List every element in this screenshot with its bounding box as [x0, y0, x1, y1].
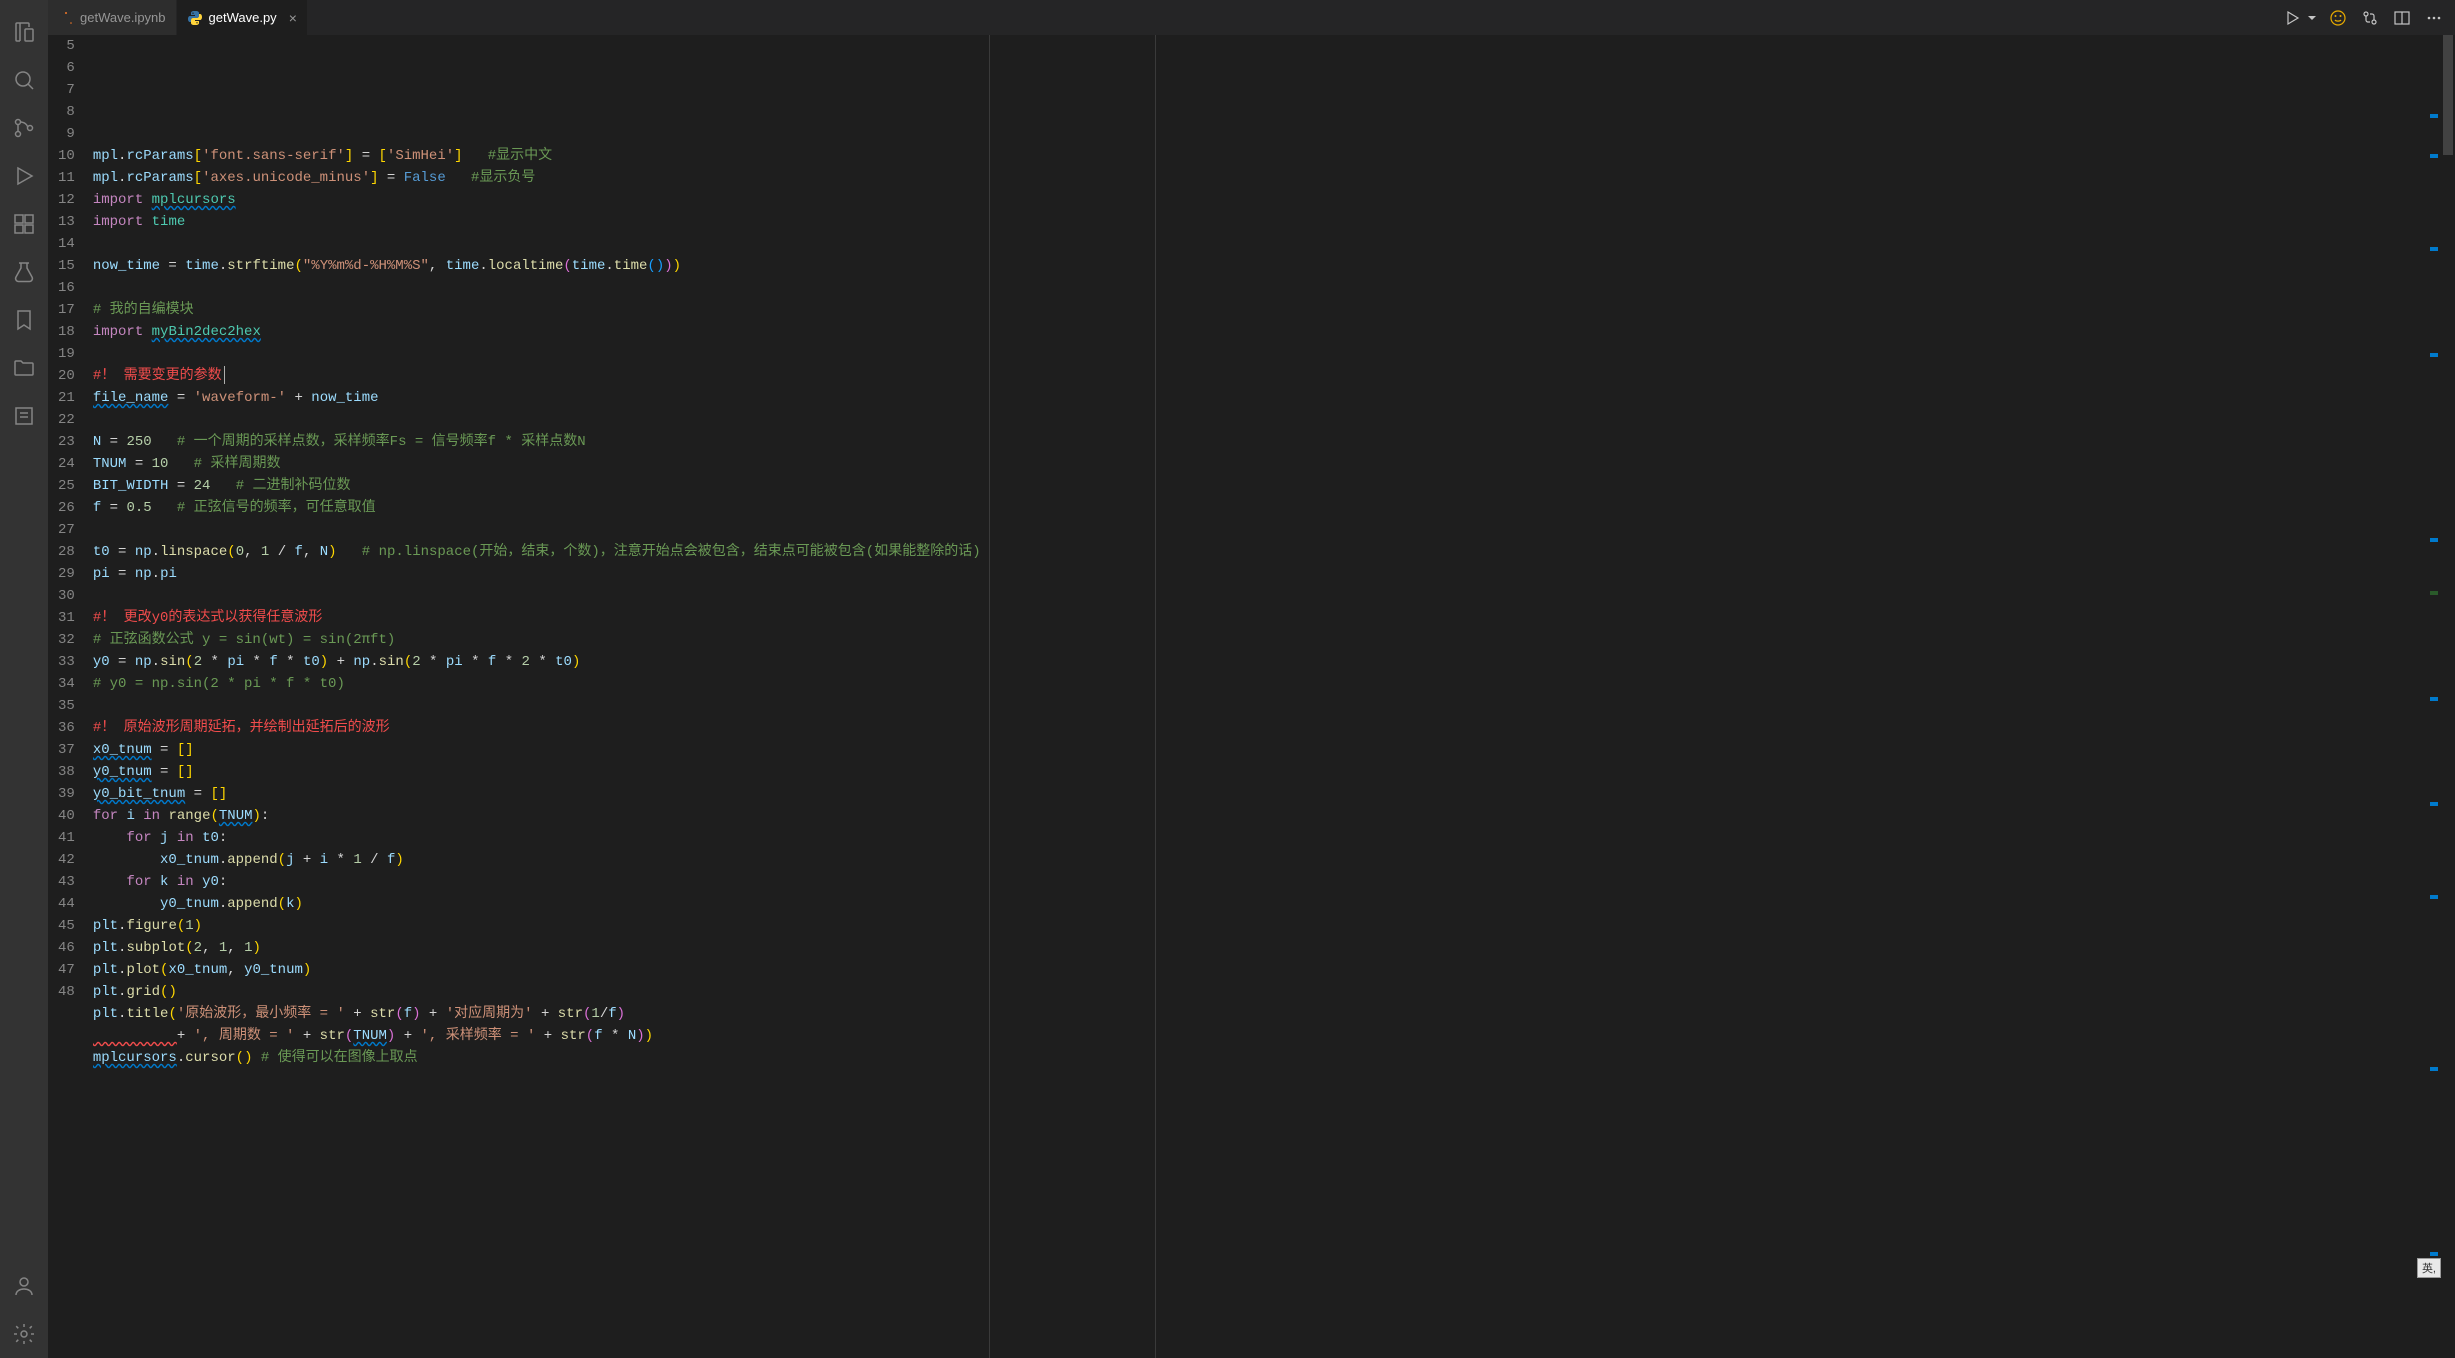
code-line[interactable]: file_name = 'waveform-' + now_time — [93, 387, 2427, 409]
tabs-bar: getWave.ipynb getWave.py × — [48, 0, 2455, 35]
ime-badge: 英, — [2417, 1258, 2441, 1278]
run-debug-icon[interactable] — [0, 152, 48, 200]
code-line[interactable]: for k in y0: — [93, 871, 2427, 893]
code-line[interactable]: y0_tnum.append(k) — [93, 893, 2427, 915]
code-line[interactable] — [93, 1069, 2427, 1091]
code-line[interactable]: N = 250 # 一个周期的采样点数，采样频率Fs = 信号频率f * 采样点… — [93, 431, 2427, 453]
code-line[interactable]: import myBin2dec2hex — [93, 321, 2427, 343]
code-line[interactable]: y0 = np.sin(2 * pi * f * t0) + np.sin(2 … — [93, 651, 2427, 673]
code-line[interactable] — [93, 695, 2427, 717]
code-line[interactable]: y0_tnum = [] — [93, 761, 2427, 783]
source-control-icon[interactable] — [0, 104, 48, 152]
code-line[interactable]: plt.grid() — [93, 981, 2427, 1003]
code-line[interactable]: pi = np.pi — [93, 563, 2427, 585]
code-line[interactable] — [93, 123, 2427, 145]
outline-icon[interactable] — [0, 392, 48, 440]
overview-ruler — [2427, 35, 2441, 1358]
editor-actions — [2271, 0, 2455, 35]
editor-ruler — [1155, 35, 1156, 1358]
run-dropdown-icon[interactable] — [2307, 7, 2317, 29]
code-line[interactable]: # 我的自编模块 — [93, 299, 2427, 321]
settings-icon[interactable] — [0, 1310, 48, 1358]
code-line[interactable] — [93, 343, 2427, 365]
search-icon[interactable] — [0, 56, 48, 104]
run-button[interactable] — [2281, 7, 2303, 29]
tab-label: getWave.ipynb — [80, 10, 166, 25]
tab-label: getWave.py — [209, 10, 277, 25]
folder-icon[interactable] — [0, 344, 48, 392]
vertical-scrollbar[interactable] — [2441, 35, 2455, 1358]
git-compare-icon[interactable] — [2359, 7, 2381, 29]
code-line[interactable]: mpl.rcParams['axes.unicode_minus'] = Fal… — [93, 167, 2427, 189]
code-line[interactable]: import mplcursors — [93, 189, 2427, 211]
code-line[interactable]: #！ 需要变更的参数 — [93, 365, 2427, 387]
code-line[interactable]: plt.subplot(2, 1, 1) — [93, 937, 2427, 959]
code-line[interactable]: plt.figure(1) — [93, 915, 2427, 937]
code-line[interactable]: plt.title('原始波形，最小频率 = ' + str(f) + '对应周… — [93, 1003, 2427, 1025]
editor[interactable]: 5678910111213141516171819202122232425262… — [48, 35, 2455, 1358]
accounts-icon[interactable] — [0, 1262, 48, 1310]
more-icon[interactable] — [2423, 7, 2445, 29]
code-line[interactable]: plt.plot(x0_tnum, y0_tnum) — [93, 959, 2427, 981]
code-line[interactable]: + ', 周期数 = ' + str(TNUM) + ', 采样频率 = ' +… — [93, 1025, 2427, 1047]
code-line[interactable]: TNUM = 10 # 采样周期数 — [93, 453, 2427, 475]
code-line[interactable]: x0_tnum = [] — [93, 739, 2427, 761]
activity-bar — [0, 0, 48, 1358]
split-editor-icon[interactable] — [2391, 7, 2413, 29]
close-icon[interactable]: × — [289, 10, 297, 26]
code-line[interactable]: for j in t0: — [93, 827, 2427, 849]
code-line[interactable] — [93, 585, 2427, 607]
code-line[interactable]: # y0 = np.sin(2 * pi * f * t0) — [93, 673, 2427, 695]
code-line[interactable]: f = 0.5 # 正弦信号的频率，可任意取值 — [93, 497, 2427, 519]
python-icon — [187, 10, 203, 26]
extensions-icon[interactable] — [0, 200, 48, 248]
code-line[interactable]: mplcursors.cursor() # 使得可以在图像上取点 — [93, 1047, 2427, 1069]
emoji-icon[interactable] — [2327, 7, 2349, 29]
code-line[interactable]: #！ 原始波形周期延拓，并绘制出延拓后的波形 — [93, 717, 2427, 739]
code-line[interactable]: BIT_WIDTH = 24 # 二进制补码位数 — [93, 475, 2427, 497]
code-line[interactable] — [93, 277, 2427, 299]
code-line[interactable]: # 正弦函数公式 y = sin(wt) = sin(2πft) — [93, 629, 2427, 651]
jupyter-icon — [58, 10, 74, 26]
code-line[interactable]: import time — [93, 211, 2427, 233]
code-line[interactable] — [93, 233, 2427, 255]
code-line[interactable]: x0_tnum.append(j + i * 1 / f) — [93, 849, 2427, 871]
code-line[interactable]: #！ 更改y0的表达式以获得任意波形 — [93, 607, 2427, 629]
tab-getwave-ipynb[interactable]: getWave.ipynb — [48, 0, 177, 35]
code-line[interactable]: t0 = np.linspace(0, 1 / f, N) # np.linsp… — [93, 541, 2427, 563]
code-line[interactable]: mpl.rcParams['font.sans-serif'] = ['SimH… — [93, 145, 2427, 167]
line-numbers: 5678910111213141516171819202122232425262… — [48, 35, 93, 1358]
code-line[interactable]: y0_bit_tnum = [] — [93, 783, 2427, 805]
bookmarks-icon[interactable] — [0, 296, 48, 344]
tab-getwave-py[interactable]: getWave.py × — [177, 0, 308, 35]
code-area[interactable]: mpl.rcParams['font.sans-serif'] = ['SimH… — [93, 35, 2427, 1358]
code-line[interactable] — [93, 409, 2427, 431]
code-line[interactable]: for i in range(TNUM): — [93, 805, 2427, 827]
code-line[interactable] — [93, 519, 2427, 541]
explorer-icon[interactable] — [0, 8, 48, 56]
testing-icon[interactable] — [0, 248, 48, 296]
code-line[interactable]: now_time = time.strftime("%Y%m%d-%H%M%S"… — [93, 255, 2427, 277]
editor-ruler — [989, 35, 990, 1358]
scroll-thumb[interactable] — [2443, 35, 2453, 155]
